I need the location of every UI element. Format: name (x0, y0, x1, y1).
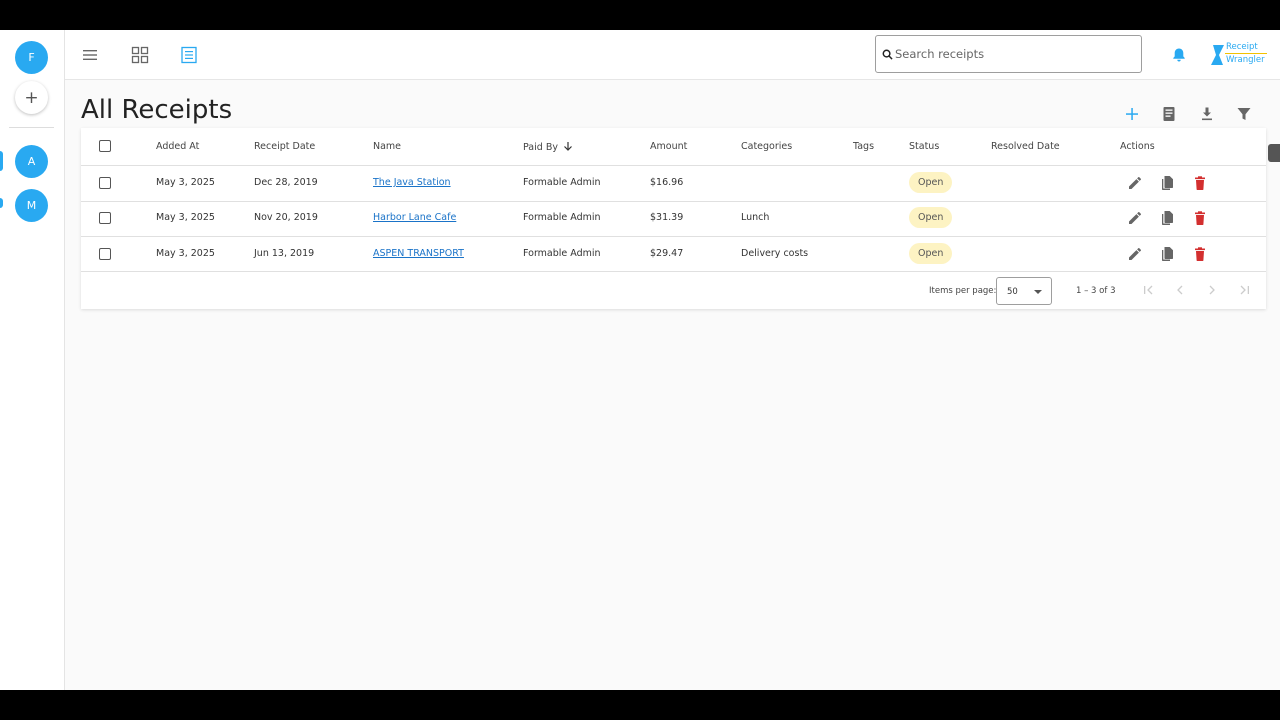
side-panel-handle[interactable] (1268, 144, 1280, 162)
column-header-name[interactable]: Name (373, 141, 401, 152)
group-avatar-a[interactable]: A (15, 145, 48, 178)
cell-amount: $29.47 (650, 248, 684, 259)
cell-amount: $31.39 (650, 212, 684, 223)
receipt-report-icon[interactable] (1160, 105, 1178, 123)
active-group-indicator (0, 151, 3, 171)
logo-text-line2: Wrangler (1226, 55, 1265, 65)
group-avatar-m[interactable]: M (15, 189, 48, 222)
delete-trash-icon[interactable] (1192, 246, 1208, 262)
cell-receipt-date: Dec 28, 2019 (254, 177, 318, 188)
column-header-receipt-date[interactable]: Receipt Date (254, 141, 315, 152)
rail-divider (9, 127, 54, 128)
menu-icon[interactable] (80, 45, 100, 65)
notifications-bell-icon[interactable] (1171, 47, 1187, 63)
cell-added-at: May 3, 2025 (156, 212, 215, 223)
filter-icon[interactable] (1235, 105, 1253, 123)
sort-descending-arrow-icon (564, 142, 572, 151)
add-receipt-icon[interactable] (1123, 105, 1141, 123)
top-bar: Receipt Wrangler (65, 30, 1280, 80)
column-header-status[interactable]: Status (909, 141, 939, 152)
logo-text-line1: Receipt (1226, 42, 1258, 52)
receipts-table: Added At Receipt Date Name Paid By Amoun… (81, 128, 1266, 309)
group-avatar-f[interactable]: F (15, 41, 48, 74)
group-rail: F + A M (0, 30, 65, 690)
receipt-name-link[interactable]: ASPEN TRANSPORT (373, 248, 464, 259)
items-per-page-select[interactable]: 50 (996, 277, 1052, 305)
duplicate-icon[interactable] (1159, 246, 1175, 262)
items-per-page-label: Items per page: (929, 286, 997, 296)
column-header-paid-by-label: Paid By (523, 142, 558, 153)
cell-categories: Delivery costs (741, 248, 809, 259)
edit-pencil-icon[interactable] (1127, 175, 1143, 191)
cell-amount: $16.96 (650, 177, 684, 188)
grid-view-icon[interactable] (130, 45, 150, 65)
row-divider (81, 201, 1266, 202)
download-icon[interactable] (1198, 105, 1216, 123)
cell-receipt-date: Nov 20, 2019 (254, 212, 318, 223)
next-page-icon[interactable] (1205, 283, 1219, 297)
items-per-page-value: 50 (1007, 287, 1018, 297)
receipt-name-link[interactable]: Harbor Lane Cafe (373, 212, 456, 223)
app-frame: F + A M Search receipts Receipt Wrangler… (0, 30, 1280, 690)
row-divider (81, 236, 1266, 237)
cell-added-at: May 3, 2025 (156, 177, 215, 188)
cell-paid-by: Formable Admin (523, 248, 601, 259)
app-logo: Receipt Wrangler (1211, 42, 1271, 68)
delete-trash-icon[interactable] (1192, 175, 1208, 191)
duplicate-icon[interactable] (1159, 210, 1175, 226)
receipt-name-link[interactable]: The Java Station (373, 177, 451, 188)
row-checkbox[interactable] (99, 212, 111, 224)
add-group-button[interactable]: + (15, 81, 48, 114)
pagination-range: 1 – 3 of 3 (1076, 286, 1116, 296)
column-header-amount[interactable]: Amount (650, 141, 687, 152)
row-checkbox[interactable] (99, 248, 111, 260)
row-divider (81, 271, 1266, 272)
status-badge: Open (909, 207, 953, 228)
cell-receipt-date: Jun 13, 2019 (254, 248, 315, 259)
row-checkbox[interactable] (99, 177, 111, 189)
logo-mark-icon (1211, 45, 1224, 65)
search-input[interactable] (895, 47, 1135, 61)
edit-pencil-icon[interactable] (1127, 246, 1143, 262)
cell-paid-by: Formable Admin (523, 177, 601, 188)
column-header-resolved-date[interactable]: Resolved Date (991, 141, 1060, 152)
column-header-tags[interactable]: Tags (853, 141, 874, 152)
logo-underline (1225, 53, 1267, 54)
cell-added-at: May 3, 2025 (156, 248, 215, 259)
first-page-icon[interactable] (1141, 283, 1155, 297)
cell-categories: Lunch (741, 212, 770, 223)
search-field[interactable] (875, 35, 1142, 73)
page-title: All Receipts (81, 95, 233, 125)
column-header-paid-by[interactable]: Paid By (523, 141, 573, 153)
select-all-checkbox[interactable] (99, 140, 111, 152)
column-header-actions: Actions (1120, 141, 1155, 152)
group-indicator-m (0, 198, 3, 208)
column-header-added-at[interactable]: Added At (156, 141, 199, 152)
table-view-icon[interactable] (179, 45, 199, 65)
last-page-icon[interactable] (1238, 283, 1252, 297)
status-badge: Open (909, 243, 953, 264)
delete-trash-icon[interactable] (1192, 210, 1208, 226)
previous-page-icon[interactable] (1173, 283, 1187, 297)
column-header-categories[interactable]: Categories (741, 141, 792, 152)
search-icon (882, 49, 893, 60)
status-badge: Open (909, 172, 953, 193)
cell-paid-by: Formable Admin (523, 212, 601, 223)
row-divider (81, 165, 1266, 166)
dropdown-caret-icon (1034, 290, 1042, 294)
duplicate-icon[interactable] (1159, 175, 1175, 191)
edit-pencil-icon[interactable] (1127, 210, 1143, 226)
